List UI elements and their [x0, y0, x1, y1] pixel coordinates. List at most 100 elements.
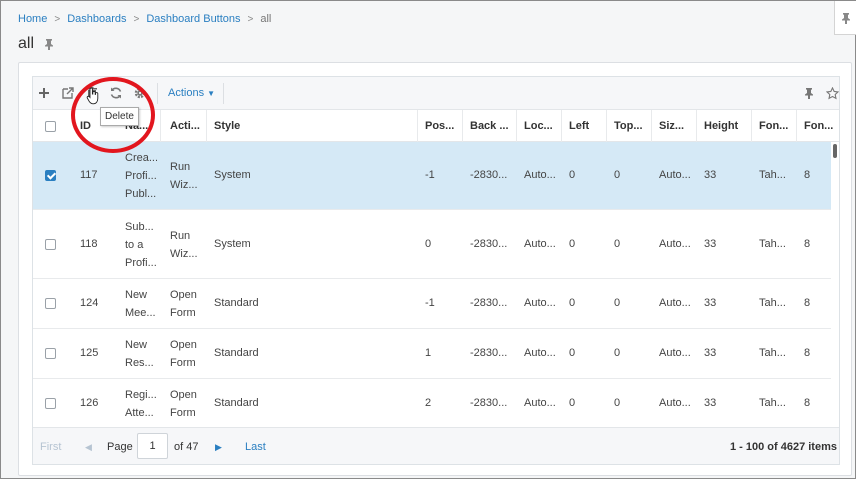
table-row[interactable]: 126 Regi... Atte... Open Form Standard 2… — [33, 379, 839, 427]
table-row[interactable]: 117 Crea... Profi... Publ... Run Wiz... … — [33, 142, 839, 210]
cell-height: 33 — [704, 347, 717, 359]
pin-grid-button[interactable] — [801, 85, 817, 101]
pager-first[interactable]: First — [40, 441, 61, 453]
column-header-location[interactable]: Loc... — [524, 110, 556, 142]
cell-style: Standard — [214, 397, 259, 409]
row-checkbox[interactable] — [45, 170, 56, 181]
row-checkbox[interactable] — [45, 398, 56, 409]
pager-last[interactable]: Last — [245, 441, 266, 453]
column-header-action[interactable]: Acti... — [170, 110, 200, 142]
cell-position: 0 — [425, 238, 432, 250]
column-divider — [561, 110, 562, 142]
cell-top: 0 — [614, 347, 621, 359]
column-header-font-size[interactable]: Fon... — [804, 110, 834, 142]
column-header-font[interactable]: Fon... — [759, 110, 791, 142]
corner-pin-tab[interactable] — [834, 1, 856, 35]
caret-down-icon: ▼ — [207, 88, 215, 98]
cell-font: Tah... — [759, 347, 786, 359]
cell-font: Tah... — [759, 238, 786, 250]
cell-back-color: -2830... — [470, 169, 508, 181]
column-header-left[interactable]: Left — [569, 110, 599, 142]
column-header-size[interactable]: Siz... — [659, 110, 691, 142]
external-link-icon — [62, 87, 74, 99]
column-divider — [696, 110, 697, 142]
open-button[interactable] — [60, 85, 76, 101]
cell-font: Tah... — [759, 297, 786, 309]
breadcrumb-dashboard-buttons[interactable]: Dashboard Buttons — [146, 13, 240, 25]
column-header-top[interactable]: Top... — [614, 110, 648, 142]
hand-cursor-icon — [86, 87, 99, 105]
cell-name: Crea... Profi... Publ... — [125, 152, 157, 200]
breadcrumb: Home > Dashboards > Dashboard Buttons > … — [18, 13, 271, 25]
cell-id: 126 — [80, 397, 99, 409]
breadcrumb-home[interactable]: Home — [18, 13, 47, 25]
cell-top: 0 — [614, 169, 621, 181]
pin-icon[interactable] — [43, 38, 55, 50]
cell-id: 125 — [80, 347, 99, 359]
scrollbar-thumb[interactable] — [833, 144, 837, 158]
column-header-position[interactable]: Pos... — [425, 110, 459, 142]
column-divider — [462, 110, 463, 142]
delete-tooltip: Delete — [100, 107, 139, 126]
page-title: all — [18, 35, 35, 52]
cell-font-size: 8 — [804, 347, 811, 359]
column-header-height[interactable]: Height — [704, 110, 744, 142]
cell-size: Auto... — [659, 297, 691, 309]
actions-dropdown[interactable]: Actions ▼ — [168, 87, 215, 99]
table-row[interactable]: 118 Sub... to a Profi... Run Wiz... Syst… — [33, 210, 839, 279]
cell-font-size: 8 — [804, 238, 811, 250]
table-row[interactable]: 124 New Mee... Open Form Standard -1 -28… — [33, 279, 839, 329]
cell-action: Run Wiz... — [170, 161, 198, 191]
toolbar-divider — [223, 83, 224, 104]
column-header-style[interactable]: Style — [214, 110, 254, 142]
chevron-right-icon: > — [247, 13, 254, 25]
cell-location: Auto... — [524, 297, 556, 309]
cell-left: 0 — [569, 169, 576, 181]
pager-next-icon[interactable]: ▶ — [215, 442, 222, 453]
page-number-input[interactable] — [137, 433, 168, 459]
column-divider — [160, 110, 161, 142]
column-divider — [606, 110, 607, 142]
cell-id: 118 — [80, 238, 98, 250]
cell-font: Tah... — [759, 397, 786, 409]
column-header-id[interactable]: ID — [80, 110, 102, 142]
select-all-checkbox[interactable] — [45, 121, 56, 132]
add-button[interactable] — [36, 85, 52, 101]
cell-position: 1 — [425, 347, 432, 359]
favorite-button[interactable] — [824, 85, 839, 101]
column-divider — [516, 110, 517, 142]
row-checkbox[interactable] — [45, 348, 56, 359]
breadcrumb-dashboards[interactable]: Dashboards — [67, 13, 126, 25]
cell-height: 33 — [704, 238, 717, 250]
cell-style: System — [214, 169, 251, 181]
pager-prev-icon[interactable]: ◀ — [85, 442, 92, 453]
items-count: 1 - 100 of 4627 items — [729, 441, 837, 453]
cell-id: 117 — [80, 169, 98, 181]
column-divider — [796, 110, 797, 142]
pager: First ◀ Page of 47 ▶ Last 1 - 100 of 462… — [33, 427, 839, 464]
cell-action: Open Form — [170, 289, 197, 319]
cell-style: Standard — [214, 347, 259, 359]
cell-back-color: -2830... — [470, 297, 508, 309]
table-row[interactable]: 125 New Res... Open Form Standard 1 -283… — [33, 329, 839, 379]
cell-size: Auto... — [659, 397, 691, 409]
cell-font-size: 8 — [804, 169, 811, 181]
cell-height: 33 — [704, 397, 717, 409]
cell-position: -1 — [425, 297, 435, 309]
star-icon — [825, 86, 839, 99]
row-checkbox[interactable] — [45, 239, 56, 250]
pager-page-label: Page — [107, 441, 133, 453]
cell-location: Auto... — [524, 397, 556, 409]
refresh-button[interactable] — [108, 85, 124, 101]
column-header-back-color[interactable]: Back ... — [470, 110, 514, 142]
content-panel: Actions ▼ ID Na... Acti... Style Pos... … — [18, 62, 852, 476]
column-divider — [651, 110, 652, 142]
cell-font-size: 8 — [804, 397, 811, 409]
toolbar-divider — [157, 83, 158, 104]
cell-name: Sub... to a Profi... — [125, 221, 157, 269]
cell-height: 33 — [704, 169, 717, 181]
row-checkbox[interactable] — [45, 298, 56, 309]
grid-header: ID Na... Acti... Style Pos... Back ... L… — [33, 110, 839, 142]
settings-button[interactable] — [132, 85, 148, 101]
vertical-scrollbar[interactable] — [831, 142, 839, 427]
